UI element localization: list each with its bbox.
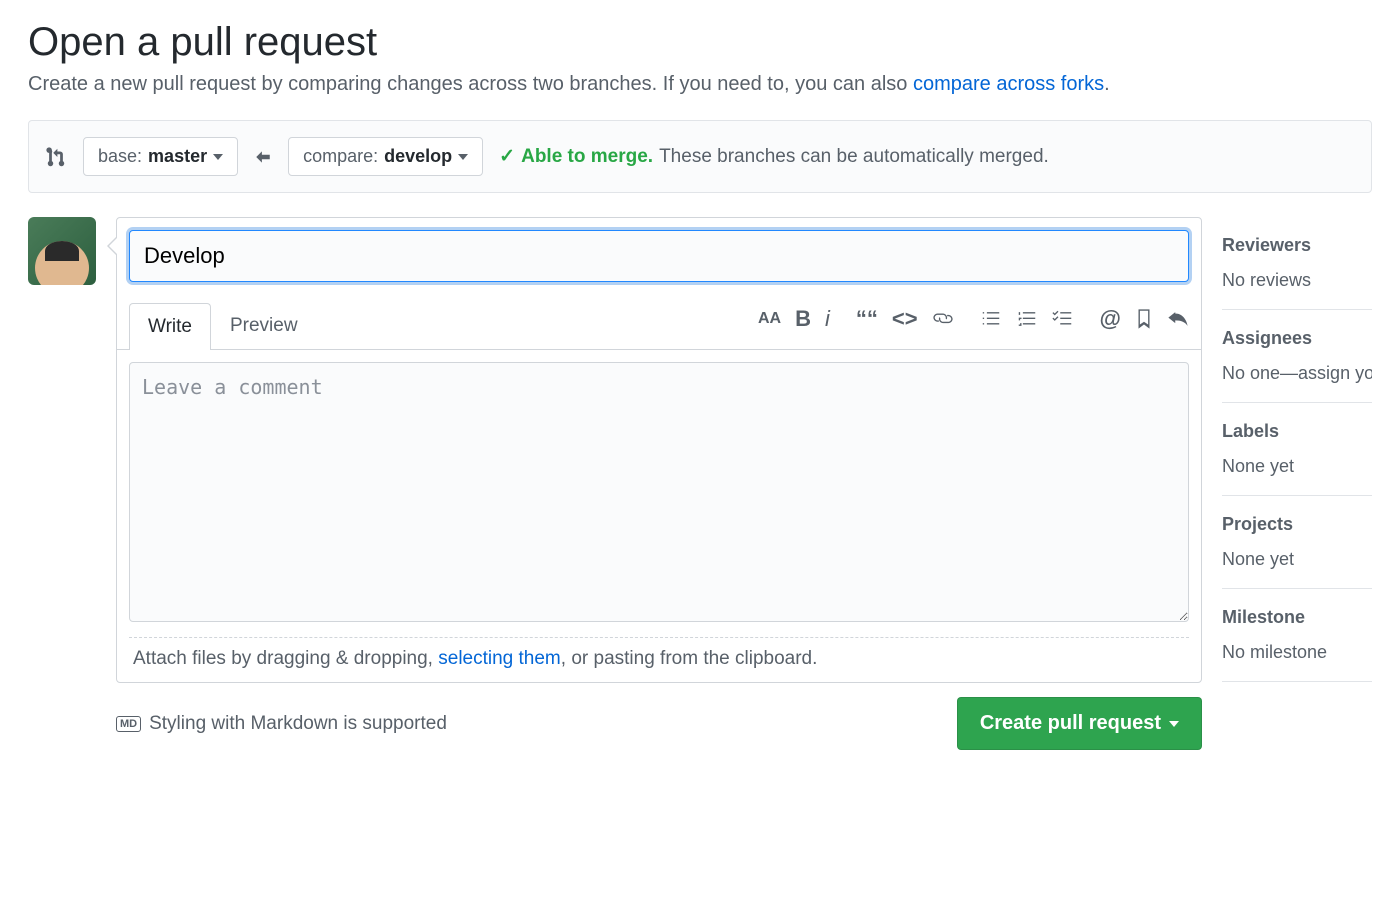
tab-write[interactable]: Write [129, 303, 211, 350]
ordered-list-icon[interactable] [1016, 308, 1038, 330]
sidebar-labels[interactable]: Labels None yet [1222, 403, 1372, 496]
bold-icon[interactable]: B [795, 306, 811, 332]
base-branch-value: master [148, 146, 207, 167]
sidebar-assignees[interactable]: Assignees No one—assign yourself [1222, 310, 1372, 403]
sidebar-milestone[interactable]: Milestone No milestone [1222, 589, 1372, 682]
italic-icon[interactable]: i [825, 306, 830, 332]
pr-title-input[interactable] [129, 230, 1189, 282]
code-icon[interactable]: <> [892, 306, 918, 332]
subtitle-text: Create a new pull request by comparing c… [28, 73, 913, 95]
assignees-value: No one—assign yourself [1222, 363, 1372, 384]
base-label: base: [98, 146, 142, 167]
compose-footer: MD Styling with Markdown is supported Cr… [116, 683, 1202, 750]
merge-status: ✓ Able to merge. These branches can be a… [499, 145, 1049, 168]
mention-icon[interactable]: @ [1100, 306, 1121, 332]
create-pr-label: Create pull request [980, 712, 1161, 735]
task-list-icon[interactable] [1052, 308, 1074, 330]
compare-label: compare: [303, 146, 378, 167]
compare-across-forks-link[interactable]: compare across forks [913, 73, 1104, 95]
markdown-note-text: Styling with Markdown is supported [149, 713, 447, 735]
link-icon[interactable] [932, 308, 954, 330]
labels-value: None yet [1222, 456, 1372, 477]
milestone-title: Milestone [1222, 607, 1372, 628]
tab-body: Attach files by dragging & dropping, sel… [117, 349, 1201, 670]
attach-text-post: , or pasting from the clipboard. [561, 648, 818, 669]
compose-tabs: Write Preview [129, 302, 317, 349]
caret-down-icon [458, 154, 468, 160]
markdown-icon: MD [116, 716, 141, 732]
sidebar: Reviewers No reviews Assignees No one—as… [1222, 217, 1372, 682]
tab-preview[interactable]: Preview [211, 302, 317, 349]
bookmark-icon[interactable] [1135, 308, 1153, 330]
sidebar-reviewers[interactable]: Reviewers No reviews [1222, 217, 1372, 310]
projects-value: None yet [1222, 549, 1372, 570]
reviewers-title: Reviewers [1222, 235, 1372, 256]
milestone-value: No milestone [1222, 642, 1372, 663]
attach-hint: Attach files by dragging & dropping, sel… [129, 637, 1189, 670]
caret-down-icon [213, 154, 223, 160]
compare-branch-selector[interactable]: compare: develop [288, 137, 483, 176]
reviewers-value: No reviews [1222, 270, 1372, 291]
assignees-title: Assignees [1222, 328, 1372, 349]
page-title: Open a pull request [28, 20, 1372, 65]
projects-title: Projects [1222, 514, 1372, 535]
attach-text-pre: Attach files by dragging & dropping, [133, 648, 438, 669]
markdown-note: MD Styling with Markdown is supported [116, 713, 447, 735]
subtitle-post: . [1104, 73, 1110, 95]
git-compare-icon [45, 146, 67, 168]
arrow-left-icon [254, 148, 272, 166]
page-subtitle: Create a new pull request by comparing c… [28, 73, 1372, 96]
md-toolbar: AA B i ““ <> [758, 306, 1189, 338]
reply-icon[interactable] [1167, 308, 1189, 330]
base-branch-selector[interactable]: base: master [83, 137, 238, 176]
merge-able-text: Able to merge. [521, 146, 653, 168]
selecting-them-link[interactable]: selecting them [438, 648, 561, 669]
check-icon: ✓ [499, 145, 515, 168]
avatar [28, 217, 96, 285]
merge-desc-text: These branches can be automatically merg… [659, 146, 1049, 168]
quote-icon[interactable]: ““ [856, 306, 878, 332]
compare-branch-value: develop [384, 146, 452, 167]
compare-bar: base: master compare: develop ✓ Able to … [28, 120, 1372, 193]
heading-icon[interactable]: AA [758, 310, 781, 328]
pr-description-textarea[interactable] [129, 362, 1189, 622]
compose-box: Write Preview AA B i ““ <> [116, 217, 1202, 683]
unordered-list-icon[interactable] [980, 308, 1002, 330]
labels-title: Labels [1222, 421, 1372, 442]
create-pull-request-button[interactable]: Create pull request [957, 697, 1202, 750]
caret-down-icon [1169, 721, 1179, 727]
sidebar-projects[interactable]: Projects None yet [1222, 496, 1372, 589]
